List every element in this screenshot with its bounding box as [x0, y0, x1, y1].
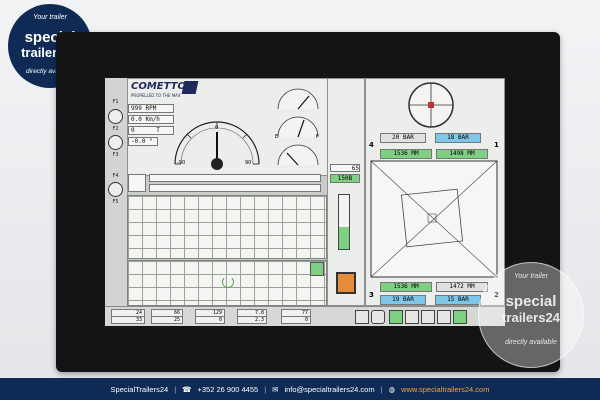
readout-speed-unit: Km/h [145, 116, 160, 123]
side-value-2-text: 150B [337, 175, 353, 182]
footer-email[interactable]: info@specialtrailers24.com [284, 385, 374, 394]
fuel-gauge-e-label: E [275, 134, 279, 140]
hmi-screen: F1 F2 F3 F4 F5 COMETTO PROPELLED TO THE … [105, 78, 505, 326]
bottom-button-6[interactable] [453, 310, 467, 324]
footer-website[interactable]: www.specialtrailers24.com [401, 385, 489, 394]
watermark-bottom-text: directly available [505, 339, 557, 346]
readout-load-value: 0 [131, 127, 135, 134]
watermark-name-line1: special [505, 293, 557, 310]
stroke-top-right: 1498 MM [436, 149, 488, 159]
readout-angle: -0.0 ° [128, 137, 158, 146]
bottom-value-3b: 0 [195, 316, 225, 324]
level-bar-fill [339, 227, 349, 249]
bottom-button-3[interactable] [405, 310, 419, 324]
hmi-logo: COMETTO [131, 81, 186, 92]
stroke-top-left: 1536 MM [380, 149, 432, 159]
steering-icon[interactable] [108, 109, 123, 124]
fkey-f5[interactable]: F5 [106, 196, 125, 208]
pressure-bottom-left: 19 BAR [380, 295, 426, 305]
globe-icon: ◍ [388, 384, 396, 394]
hydraulic-button[interactable] [336, 272, 356, 294]
readout-rpm-unit: RPM [145, 105, 157, 112]
bottom-button-1[interactable] [355, 310, 369, 324]
pressure-top-left: 20 BAR [380, 133, 426, 143]
green-indicator [310, 262, 324, 276]
email-icon: ✉ [272, 384, 279, 394]
readout-angle-value: -0.0 [131, 138, 146, 145]
corner-label-3: 3 [369, 291, 374, 299]
fkey-f4[interactable]: F4 [106, 170, 125, 182]
gauge-label-max: 90 [245, 160, 252, 166]
stroke-bottom-right: 1472 MM [436, 282, 488, 292]
bottom-value-1b: 33 [111, 316, 145, 324]
hmi-tagline: PROPELLED TO THE MAX [131, 93, 181, 98]
brand-top-text: Your trailer [33, 14, 67, 21]
fuel-gauge-f-label: F [316, 134, 319, 140]
status-bar-2 [149, 184, 321, 192]
loading-indicator-icon [222, 276, 234, 288]
grid-plot-upper [127, 195, 327, 259]
footer-separator: | [174, 384, 177, 394]
corner-label-4: 4 [369, 141, 374, 149]
wheel-icon[interactable] [108, 135, 123, 150]
contact-footer: SpecialTrailers24 | ☎ +352 26 900 4455 |… [0, 378, 600, 400]
status-box [128, 174, 146, 192]
bottom-value-4b: 2.3 [237, 316, 267, 324]
pressure-top-right: 18 BAR [435, 133, 481, 143]
side-value-2: 150B [330, 174, 360, 183]
watermark-top-text: Your trailer [514, 273, 548, 280]
bottom-value-5b: 0 [281, 316, 311, 324]
side-value-1-text: 65 [351, 165, 359, 172]
gauge-label-top: 0 [215, 125, 219, 131]
readout-load-unit: T [156, 127, 160, 134]
footer-phone[interactable]: +352 26 900 4455 [198, 385, 259, 394]
pressure-bottom-right: 15 BAR [435, 295, 481, 305]
bottom-value-2b: 25 [151, 316, 183, 324]
fkey-f2[interactable]: F2 [106, 123, 125, 135]
bottom-button-4[interactable] [421, 310, 435, 324]
function-key-column: F1 F2 F3 F4 F5 [105, 78, 128, 326]
fkey-f1[interactable]: F1 [106, 96, 125, 108]
corner-label-1: 1 [494, 141, 499, 149]
fkey-f3[interactable]: F3 [106, 149, 125, 161]
readout-angle-unit: ° [149, 138, 153, 145]
readout-rpm-value: 999 [131, 105, 142, 112]
footer-separator: | [264, 384, 267, 394]
watermark-name-line2: trailers24 [502, 310, 560, 325]
bottom-button-2[interactable] [389, 310, 403, 324]
status-bar-1 [149, 174, 321, 182]
phone-icon: ☎ [182, 384, 192, 394]
level-bar [338, 194, 350, 250]
platform-diagram [370, 160, 498, 278]
readout-speed-value: 0.0 [131, 116, 142, 123]
axle-icon[interactable] [108, 182, 123, 197]
bottom-button-5[interactable] [437, 310, 451, 324]
small-gauge-top [277, 88, 319, 110]
gauge-label-min: -90 [177, 160, 186, 166]
watermark-logo: Your trailer special trailers24 directly… [478, 262, 584, 368]
footer-separator: | [380, 384, 383, 394]
footer-brand[interactable]: SpecialTrailers24 [111, 385, 169, 394]
camera-icon[interactable] [371, 310, 385, 324]
stroke-bottom-left: 1536 MM [380, 282, 432, 292]
temp-gauge [277, 144, 319, 166]
level-crosshair-icon [408, 82, 454, 128]
hmi-logo-mark-icon [181, 81, 199, 94]
side-value-1: 65 [330, 164, 360, 172]
